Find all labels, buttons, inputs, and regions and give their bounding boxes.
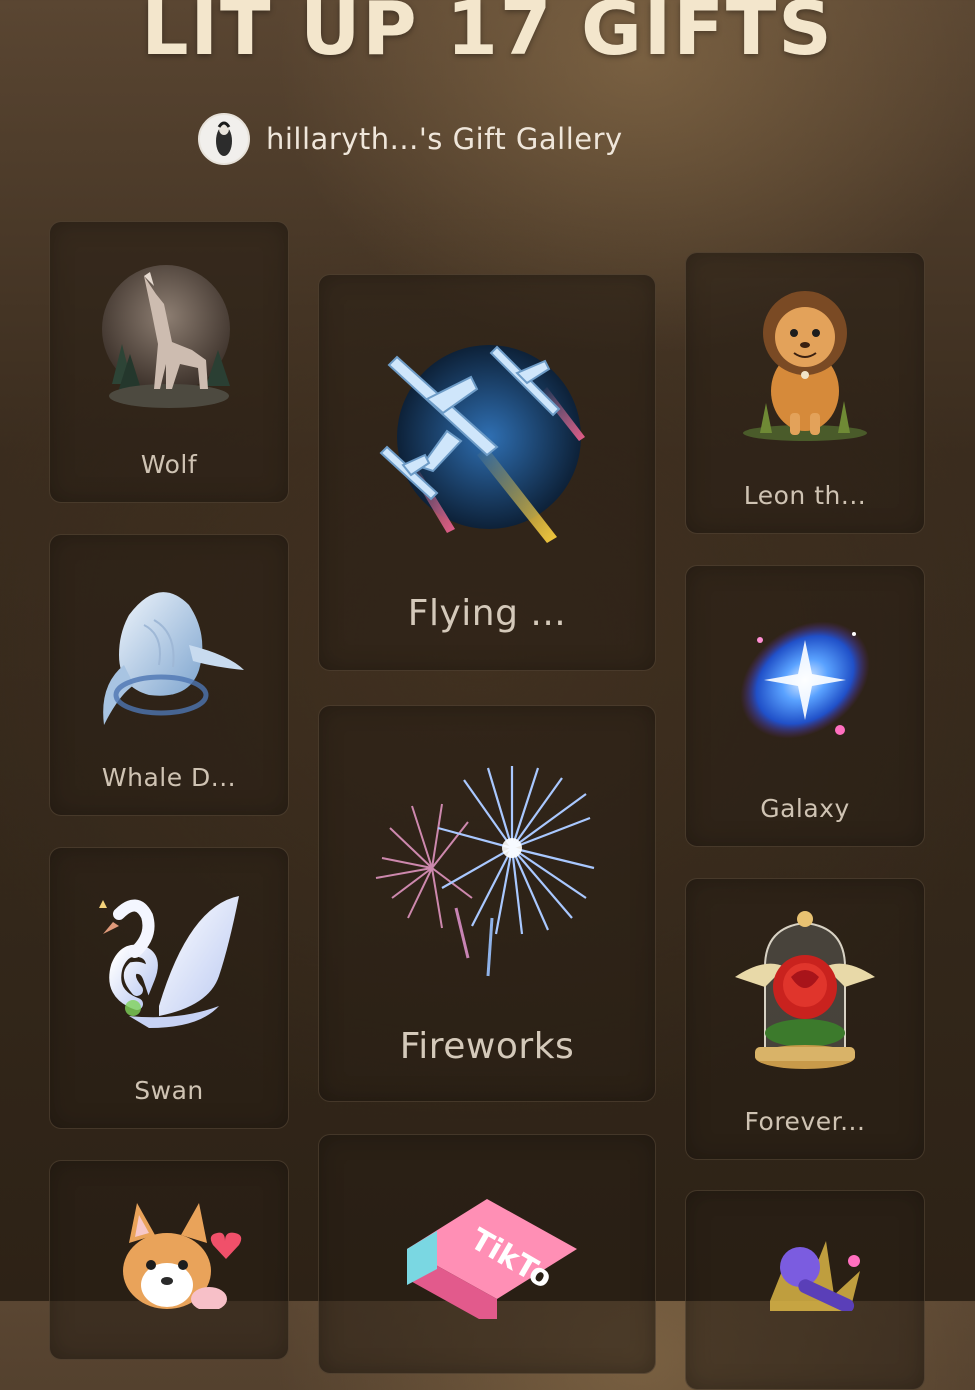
gift-card-forever[interactable]: Forever...: [685, 878, 925, 1160]
gift-label: Fireworks: [399, 1026, 575, 1067]
gift-label: Leon th...: [743, 481, 867, 510]
page-title: LIT UP 17 GIFTS: [141, 0, 834, 72]
swan-icon: [99, 896, 239, 1028]
rose-dome-icon: [735, 911, 875, 1069]
gallery-owner[interactable]: hillaryth...'s Gift Gallery: [198, 112, 623, 166]
gift-label: Swan: [134, 1076, 204, 1105]
gift-card-swan[interactable]: Swan: [49, 847, 289, 1129]
gift-card-mic[interactable]: [685, 1190, 925, 1390]
gift-card-wolf[interactable]: Wolf: [49, 221, 289, 503]
gift-label: Wolf: [140, 450, 198, 479]
wolf-icon: [102, 265, 230, 408]
gift-card-tiktok[interactable]: TikTo: [318, 1134, 656, 1374]
gift-label: Galaxy: [760, 794, 850, 823]
gift-label: Flying ...: [407, 593, 567, 634]
tiktok-box-icon: TikTo: [407, 1199, 577, 1319]
lion-icon: [743, 291, 867, 441]
gift-card-galaxy[interactable]: Galaxy: [685, 565, 925, 847]
corgi-icon: [123, 1203, 242, 1309]
gift-card-whale[interactable]: Whale D...: [49, 534, 289, 816]
fireworks-icon: [375, 766, 595, 977]
avatar[interactable]: [198, 113, 250, 165]
gift-card-leon[interactable]: Leon th...: [685, 252, 925, 534]
jets-icon: [379, 345, 585, 543]
galaxy-icon: [740, 621, 870, 739]
microphone-icon: [770, 1241, 860, 1311]
gift-label: Forever...: [744, 1107, 866, 1136]
gallery-title: hillaryth...'s Gift Gallery: [266, 122, 623, 156]
gift-card-corgi[interactable]: [49, 1160, 289, 1360]
whale-icon: [103, 592, 244, 725]
gift-card-flying[interactable]: Flying ...: [318, 274, 656, 671]
gift-card-fireworks[interactable]: Fireworks: [318, 705, 656, 1102]
gift-label: Whale D...: [101, 763, 237, 792]
